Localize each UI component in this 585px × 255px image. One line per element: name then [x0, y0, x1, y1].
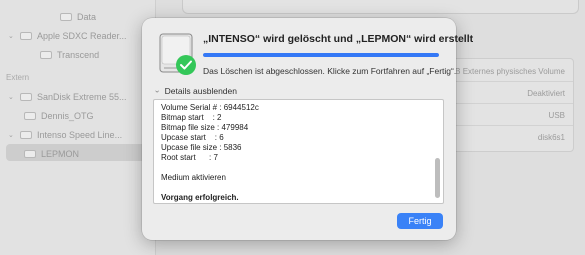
erase-dialog: „INTENSO“ wird gelöscht und „LEPMON“ wir… [142, 18, 473, 240]
sidebar-item-label: Data [77, 12, 97, 22]
log-line: Upcase file size : 5836 [161, 143, 242, 152]
details-log[interactable]: Volume Serial # : 6944512c Bitmap start :… [153, 99, 444, 204]
volume-icon [60, 13, 72, 21]
volume-icon [24, 150, 36, 158]
log-lines: Volume Serial # : 6944512c Bitmap start :… [161, 103, 431, 203]
sidebar-item-apple-sdxc[interactable]: ⌄ Apple SDXC Reader... [8, 31, 127, 41]
log-line: Volume Serial # : 6944512c [161, 103, 259, 112]
progress-bar [203, 53, 439, 57]
chevron-down-icon[interactable]: ⌄ [8, 32, 16, 40]
log-line: Upcase start : 6 [161, 133, 224, 142]
info-row-connection: USB [548, 111, 565, 120]
sidebar-item-intenso[interactable]: ⌄ Intenso Speed Line... [8, 130, 122, 140]
log-line: Medium aktivieren [161, 173, 226, 182]
scrollbar[interactable] [435, 158, 440, 198]
sidebar-section-extern: Extern [6, 73, 30, 82]
drive-success-icon [159, 33, 196, 75]
divider [453, 125, 573, 126]
sidebar-item-label: Transcend [57, 50, 100, 60]
details-toggle[interactable]: › Details ausblenden [152, 86, 237, 96]
volume-icon [24, 112, 36, 120]
sidebar-item-lepmon[interactable]: LEPMON [24, 149, 79, 159]
details-toggle-label: Details ausblenden [164, 86, 237, 96]
dialog-title: „INTENSO“ wird gelöscht und „LEPMON“ wir… [203, 33, 474, 45]
sidebar-item-label: Intenso Speed Line... [37, 130, 123, 140]
sidebar-item-sandisk[interactable]: ⌄ SanDisk Extreme 55... [8, 92, 127, 102]
sidebar-item-data[interactable]: Data [60, 12, 96, 22]
log-line: Bitmap file size : 479984 [161, 123, 249, 132]
sidebar-item-label: LEPMON [41, 149, 80, 159]
info-row-device: disk6s1 [537, 133, 565, 142]
log-line: Root start : 7 [161, 153, 218, 162]
chevron-icon: › [152, 89, 162, 93]
chevron-down-icon[interactable]: ⌄ [8, 93, 16, 101]
log-line: Vorgang erfolgreich. [161, 193, 239, 202]
divider [453, 103, 573, 104]
sidebar: Data ⌄ Apple SDXC Reader... Transcend Ex… [0, 0, 156, 255]
dialog-message: Das Löschen ist abgeschlossen. Klicke zu… [203, 66, 457, 76]
sidebar-item-dennis-otg[interactable]: Dennis_OTG [24, 111, 94, 121]
volume-icon [40, 51, 52, 59]
volume-header-box [182, 0, 579, 14]
sidebar-item-label: Apple SDXC Reader... [37, 31, 127, 41]
log-line: Bitmap start : 2 [161, 113, 222, 122]
done-button[interactable]: Fertig [397, 213, 443, 229]
drive-icon [20, 131, 32, 139]
sidebar-item-transcend[interactable]: Transcend [40, 50, 99, 60]
info-row-type: B Externes physisches Volume [455, 67, 565, 76]
volume-info-panel: B Externes physisches Volume Deaktiviert… [452, 58, 574, 152]
sidebar-item-label: SanDisk Extreme 55... [37, 92, 127, 102]
progress-fill [203, 53, 439, 57]
drive-icon [20, 32, 32, 40]
drive-icon [20, 93, 32, 101]
divider [453, 81, 573, 82]
sidebar-item-label: Dennis_OTG [41, 111, 94, 121]
chevron-down-icon[interactable]: ⌄ [8, 131, 16, 139]
info-row-owners: Deaktiviert [527, 89, 565, 98]
